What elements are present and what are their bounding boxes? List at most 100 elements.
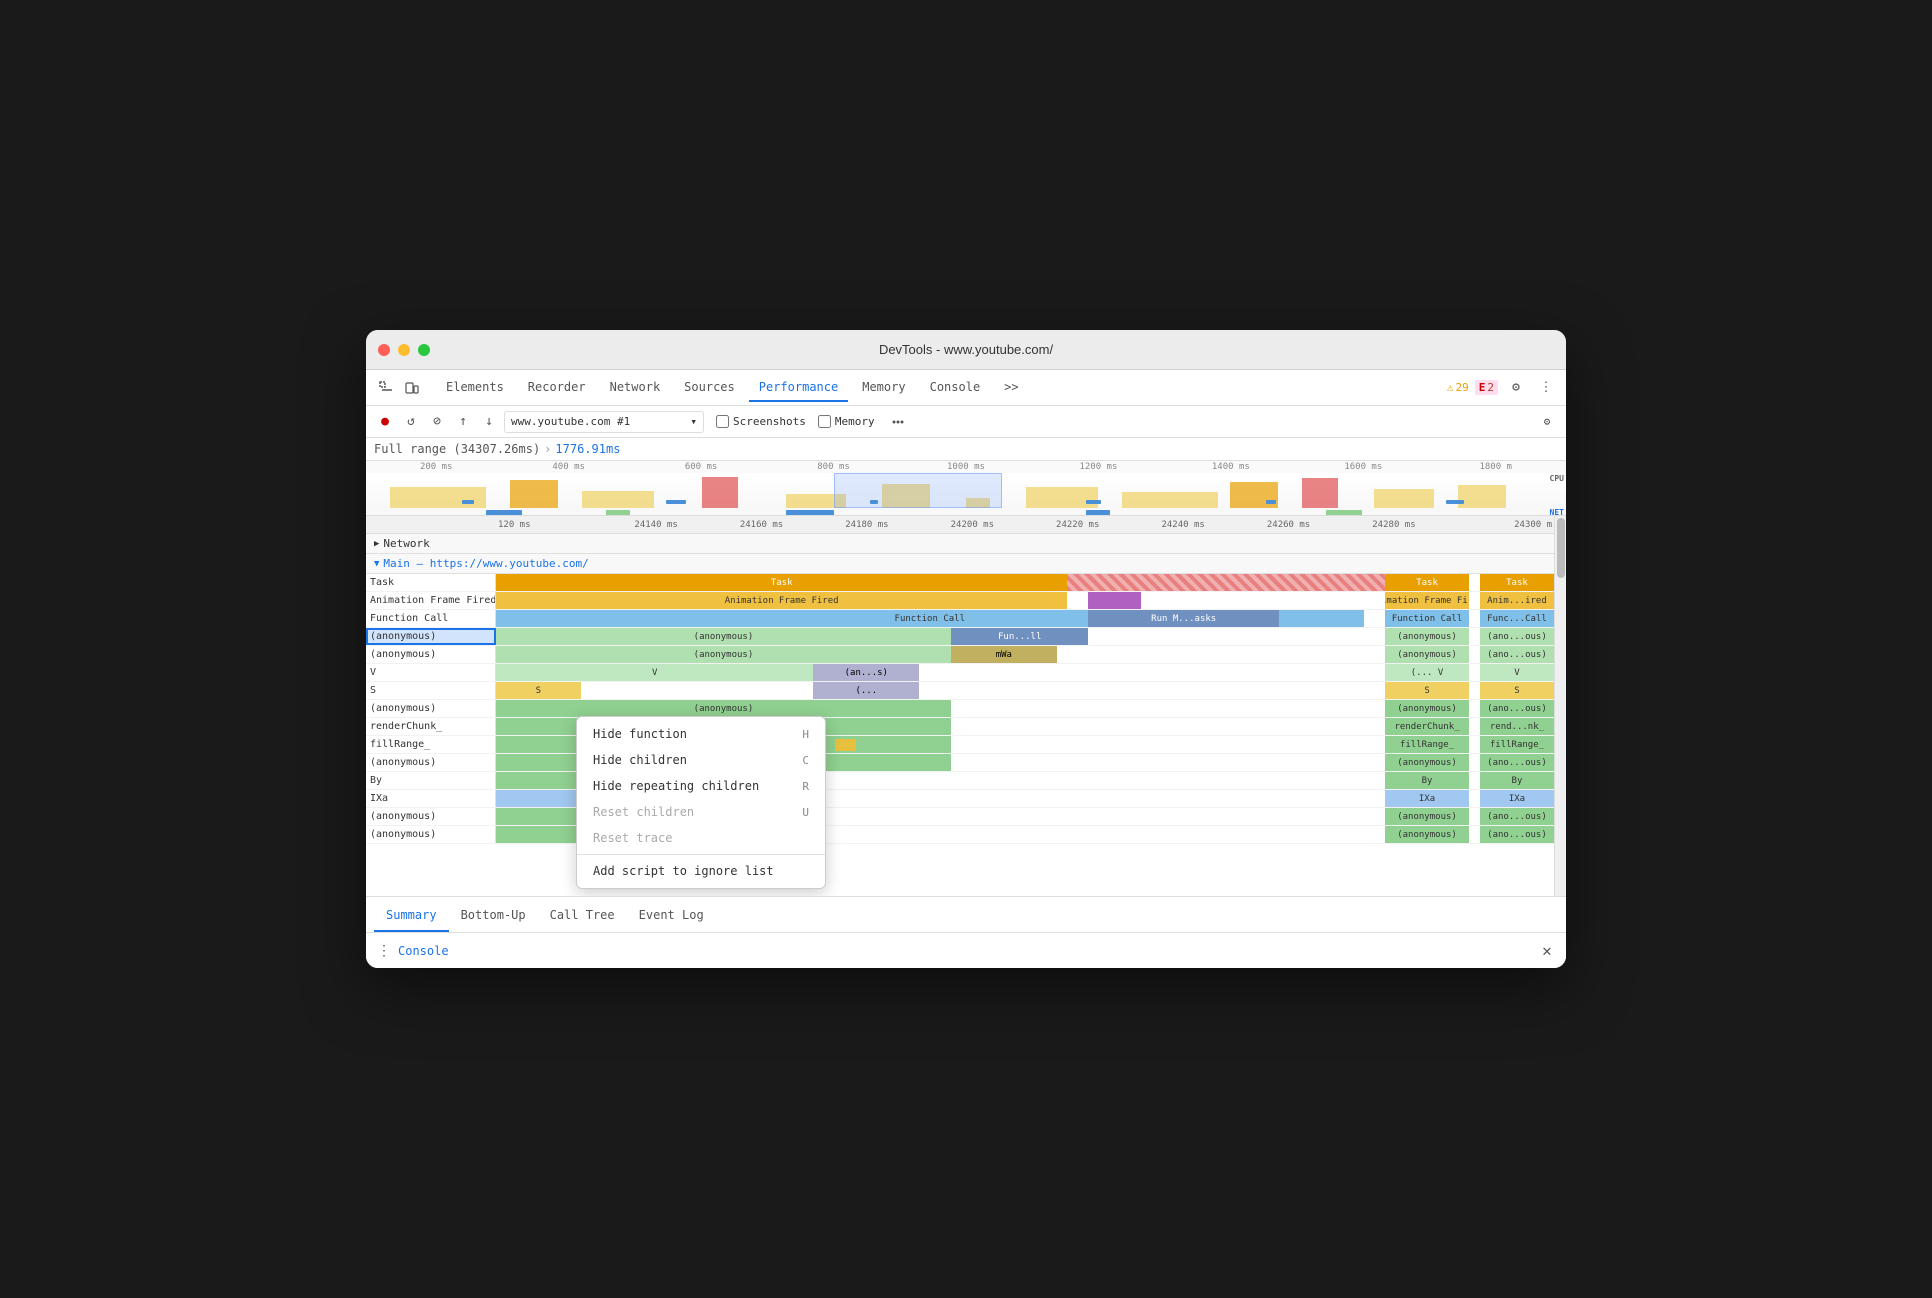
scale-1800: 1800 m xyxy=(1430,462,1562,472)
anim-bar-small xyxy=(1088,592,1141,609)
capture-settings-icon[interactable]: ⚙ xyxy=(1536,411,1558,433)
ruler-24200: 24200 ms xyxy=(920,520,1025,530)
device-toggle-icon[interactable] xyxy=(400,376,424,400)
task-label: Task xyxy=(366,574,496,591)
flame-row-anon2[interactable]: (anonymous) (anonymous) mWa (anonymous) … xyxy=(366,646,1554,664)
ixa-label: IXa xyxy=(366,790,496,807)
tab-network[interactable]: Network xyxy=(600,374,671,402)
flame-row-by[interactable]: By By By By xyxy=(366,772,1554,790)
tab-elements[interactable]: Elements xyxy=(436,374,514,402)
hide-repeating-shortcut: R xyxy=(802,780,809,793)
tab-sources[interactable]: Sources xyxy=(674,374,745,402)
devtools-window: DevTools - www.youtube.com/ El xyxy=(366,330,1566,968)
flame-row-anon1[interactable]: (anonymous) (anonymous) Fun...ll (anonym… xyxy=(366,628,1554,646)
ruler-24300: 24300 m xyxy=(1447,520,1554,530)
s-content: S (... S S xyxy=(496,682,1554,699)
tab-recorder[interactable]: Recorder xyxy=(518,374,596,402)
ruler-24220: 24220 ms xyxy=(1025,520,1130,530)
tab-performance[interactable]: Performance xyxy=(749,374,848,402)
flame-row-ixa[interactable]: IXa IXa IXa IXa xyxy=(366,790,1554,808)
hide-children-item[interactable]: Hide children C xyxy=(577,747,825,773)
scale-1200: 1200 ms xyxy=(1032,462,1164,472)
scale-1400: 1400 ms xyxy=(1165,462,1297,472)
flame-row-anon5[interactable]: (anonymous) (anonymous) (anonymous) (ano… xyxy=(366,808,1554,826)
ixa-bar-right1: IXa xyxy=(1385,790,1470,807)
render-bar-right2: rend...nk_ xyxy=(1480,718,1554,735)
task-bar-right1: Task xyxy=(1385,574,1470,591)
s-dot: (... xyxy=(813,682,919,699)
tab-bottom-up[interactable]: Bottom-Up xyxy=(449,900,538,932)
network-section-header[interactable]: ▶ Network xyxy=(366,534,1554,554)
anon3-bar-right2: (ano...ous) xyxy=(1480,700,1554,717)
anon6-label: (anonymous) xyxy=(366,826,496,843)
anim-bar-left: Animation Frame Fired xyxy=(496,592,1067,609)
flame-row-fill[interactable]: fillRange_ fillRange_ fillRange_ fillRan… xyxy=(366,736,1554,754)
time-ruler: 120 ms 24140 ms 24160 ms 24180 ms 24200 … xyxy=(366,516,1554,534)
s-bar-right: S xyxy=(1385,682,1470,699)
task-bar-left: Task xyxy=(496,574,1067,591)
scrollbar-thumb[interactable] xyxy=(1557,518,1565,578)
timeline-overview[interactable]: 200 ms 400 ms 600 ms 800 ms 1000 ms 1200… xyxy=(366,461,1566,516)
hide-function-item[interactable]: Hide function H xyxy=(577,721,825,747)
inspect-icon[interactable] xyxy=(374,376,398,400)
tab-summary[interactable]: Summary xyxy=(374,900,449,932)
hide-repeating-label: Hide repeating children xyxy=(593,779,759,793)
vertical-scrollbar[interactable] xyxy=(1554,516,1566,896)
toolbar: ● ↺ ⊘ ↑ ↓ www.youtube.com #1 ▾ Screensho… xyxy=(366,406,1566,438)
fullscreen-button[interactable] xyxy=(418,344,430,356)
flame-row-v[interactable]: V V (an...s) (... V V xyxy=(366,664,1554,682)
flame-row-anon3[interactable]: (anonymous) (anonymous) (anonymous) (ano… xyxy=(366,700,1554,718)
download-button[interactable]: ↓ xyxy=(478,411,500,433)
cpu-label: CPU xyxy=(1550,474,1564,483)
flame-row-anon6[interactable]: (anonymous) (anonymous) (anonymous) (ano… xyxy=(366,826,1554,844)
upload-button[interactable]: ↑ xyxy=(452,411,474,433)
warning-icon: ⚠ xyxy=(1447,381,1454,394)
ruler-24240: 24240 ms xyxy=(1130,520,1235,530)
net-label: NET xyxy=(1550,508,1564,516)
screenshots-checkbox[interactable]: Screenshots xyxy=(716,415,806,428)
more-icon[interactable]: ⋮ xyxy=(1534,376,1558,400)
reload-button[interactable]: ↺ xyxy=(400,411,422,433)
flame-row-anon4[interactable]: (anonymous) (anonymous) (anonymous) (ano… xyxy=(366,754,1554,772)
extra-settings-icon[interactable] xyxy=(887,411,909,433)
record-button[interactable]: ● xyxy=(374,411,396,433)
url-selector[interactable]: www.youtube.com #1 ▾ xyxy=(504,411,704,433)
flame-row-render[interactable]: renderChunk_ renderChunk_ renderChunk_ r… xyxy=(366,718,1554,736)
memory-input[interactable] xyxy=(818,415,831,428)
devtools-panel: Elements Recorder Network Sources Perfor… xyxy=(366,370,1566,968)
screenshots-input[interactable] xyxy=(716,415,729,428)
anon2-content: (anonymous) mWa (anonymous) (ano...ous) xyxy=(496,646,1554,663)
close-button[interactable] xyxy=(378,344,390,356)
ruler-24160: 24160 ms xyxy=(709,520,814,530)
ruler-24260: 24260 ms xyxy=(1236,520,1341,530)
add-ignore-item[interactable]: Add script to ignore list xyxy=(577,858,825,884)
cpu-chart: CPU xyxy=(366,473,1566,508)
nav-right: ⚠ 29 E 2 ⚙ ⋮ xyxy=(1447,376,1558,400)
warning-count[interactable]: ⚠ 29 xyxy=(1447,381,1469,394)
settings-icon[interactable]: ⚙ xyxy=(1504,376,1528,400)
flame-row-animation[interactable]: Animation Frame Fired Animation Frame Fi… xyxy=(366,592,1554,610)
tab-more[interactable]: >> xyxy=(994,374,1028,402)
hide-repeating-item[interactable]: Hide repeating children R xyxy=(577,773,825,799)
anim-bar-right1: Animation Frame Fired xyxy=(1385,592,1470,609)
tab-event-log[interactable]: Event Log xyxy=(627,900,716,932)
flame-rows-container: Task Task Task Task Animation Frame Fire… xyxy=(366,574,1554,896)
traffic-lights xyxy=(378,344,430,356)
flame-row-function[interactable]: Function Call Function Call Run M...asks… xyxy=(366,610,1554,628)
main-section-header[interactable]: ▼ Main — https://www.youtube.com/ xyxy=(366,554,1554,574)
clear-button[interactable]: ⊘ xyxy=(426,411,448,433)
func-bar-right2: Func...Call xyxy=(1480,610,1554,627)
tab-call-tree[interactable]: Call Tree xyxy=(538,900,627,932)
tab-console[interactable]: Console xyxy=(920,374,991,402)
anon5-label: (anonymous) xyxy=(366,808,496,825)
console-menu-icon[interactable]: ⋮ xyxy=(374,941,394,961)
anon3-label: (anonymous) xyxy=(366,700,496,717)
error-count[interactable]: E 2 xyxy=(1475,380,1498,395)
console-close-button[interactable]: ✕ xyxy=(1536,940,1558,962)
anim-content: Animation Frame Fired Animation Frame Fi… xyxy=(496,592,1554,609)
flame-row-s[interactable]: S S (... S S xyxy=(366,682,1554,700)
memory-checkbox[interactable]: Memory xyxy=(818,415,875,428)
flame-row-task[interactable]: Task Task Task Task xyxy=(366,574,1554,592)
tab-memory[interactable]: Memory xyxy=(852,374,915,402)
minimize-button[interactable] xyxy=(398,344,410,356)
